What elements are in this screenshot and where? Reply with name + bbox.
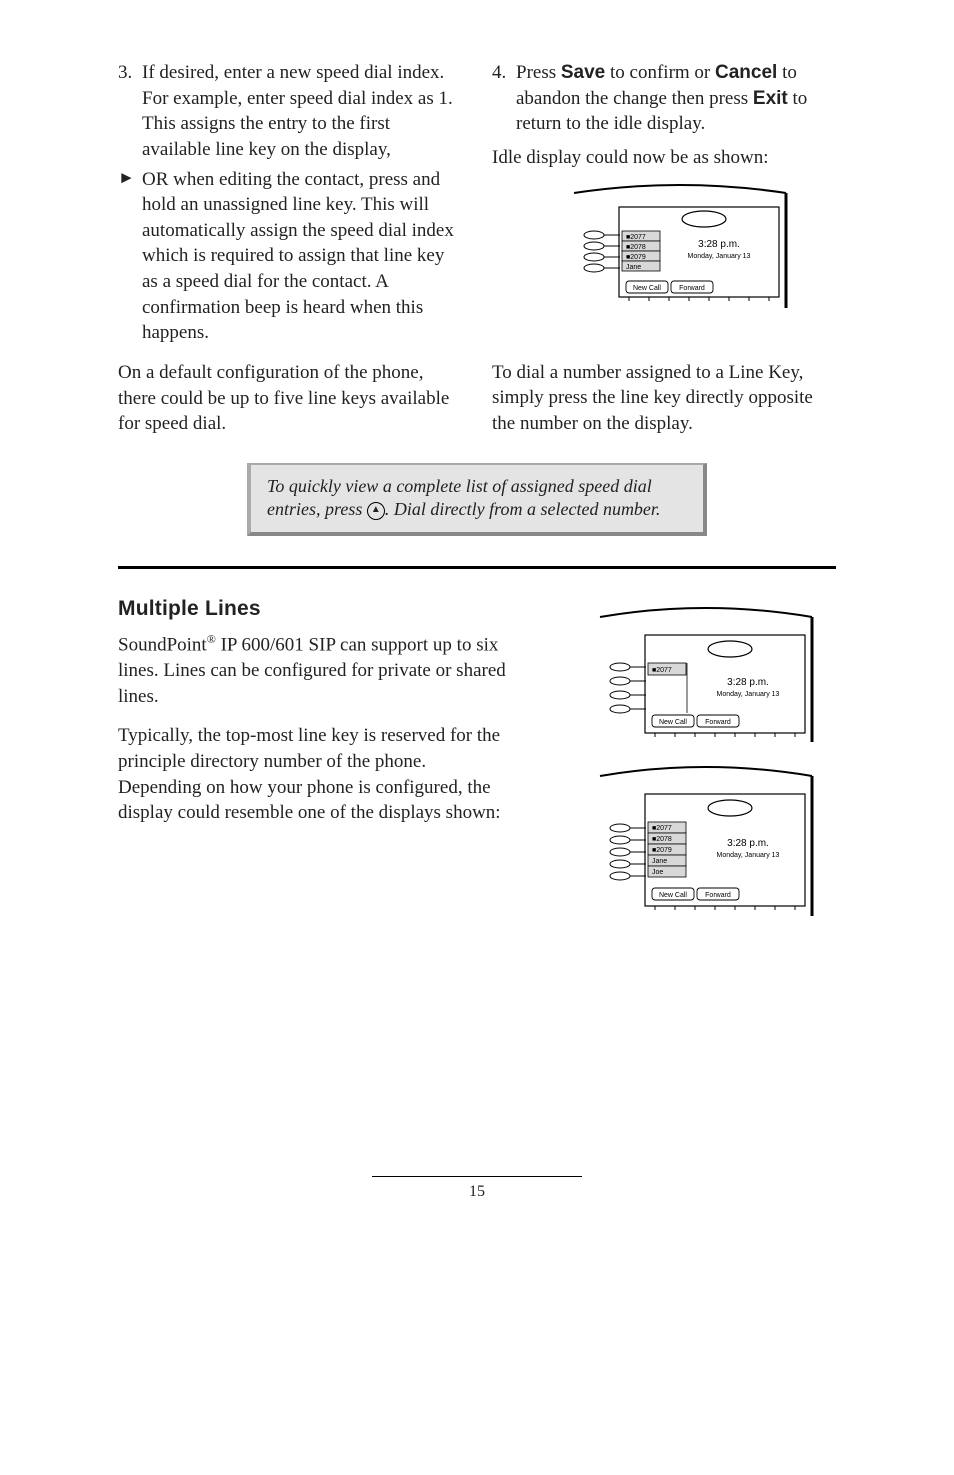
step4-pre: Press (516, 62, 561, 83)
registered-icon: ® (207, 632, 216, 646)
callout-line2-post: . Dial directly from a selected number. (385, 499, 661, 519)
exit-label: Exit (753, 88, 788, 109)
multiple-lines-p2: Typically, the top-most line key is rese… (118, 723, 514, 826)
arrow-item-text: OR when editing the contact, press and h… (142, 167, 462, 346)
softkey-forward-b: Forward (705, 719, 731, 726)
line-tag-2078: ■2078 (626, 244, 646, 251)
display-date-c: Monday, January 13 (716, 852, 779, 859)
display-time: 3:28 p.m. (698, 239, 740, 250)
softkey-forward-c: Forward (705, 892, 731, 899)
left-default-config-paragraph: On a default configuration of the phone,… (118, 360, 462, 437)
soundpoint-label: SoundPoint (118, 634, 207, 655)
line-tag-2079: ■2079 (626, 254, 646, 261)
step-4-text: Press Save to confirm or Cancel to aband… (516, 60, 836, 137)
callout-line2-pre: entries, press (267, 499, 367, 519)
softkey-newcall: New Call (633, 285, 661, 292)
display-time-c: 3:28 p.m. (727, 838, 769, 849)
line-tag-2077-c: ■2077 (652, 825, 672, 832)
up-arrow-key-icon: ▲ (367, 502, 385, 520)
step-3-text: If desired, enter a new speed dial index… (142, 60, 462, 163)
tip-callout-box: To quickly view a complete list of assig… (247, 463, 707, 536)
phone-display-illustration-1: ■2077 ■2078 ■2079 Jane 3:28 p.m. Monday,… (534, 183, 794, 318)
arrow-bullet-icon: ► (118, 167, 142, 346)
cancel-label: Cancel (715, 62, 777, 83)
line-tag-jane: Jane (626, 264, 641, 271)
display-date-b: Monday, January 13 (716, 691, 779, 698)
line-tag-joe-c: Joe (652, 869, 663, 876)
list-number-4: 4. (492, 60, 516, 137)
line-tag-2077: ■2077 (626, 234, 646, 241)
step4-mid1: to confirm or (605, 62, 715, 83)
softkey-newcall-b: New Call (659, 719, 687, 726)
idle-display-paragraph: Idle display could now be as shown: (492, 145, 836, 171)
dial-line-key-paragraph: To dial a number assigned to a Line Key,… (492, 360, 836, 437)
phone-display-illustration-3: ■2077 ■2078 ■2079 Jane Joe 3:28 p.m. Mon… (560, 766, 820, 926)
list-number-3: 3. (118, 60, 142, 163)
save-label: Save (561, 62, 605, 83)
page-number: 15 (469, 1183, 485, 1200)
display-time-b: 3:28 p.m. (727, 677, 769, 688)
multiple-lines-p1: SoundPoint® IP 600/601 SIP can support u… (118, 631, 514, 709)
phone-display-illustration-2: ■2077 3:28 p.m. Monday, January 13 New C… (560, 607, 820, 752)
multiple-lines-heading: Multiple Lines (118, 595, 514, 623)
line-tag-jane-c: Jane (652, 858, 667, 865)
display-date: Monday, January 13 (688, 253, 751, 260)
section-divider (118, 566, 836, 569)
softkey-forward: Forward (679, 285, 705, 292)
line-tag-2077-b: ■2077 (652, 667, 672, 674)
line-tag-2079-c: ■2079 (652, 847, 672, 854)
softkey-newcall-c: New Call (659, 892, 687, 899)
callout-line1: To quickly view a complete list of assig… (267, 476, 652, 496)
line-tag-2078-c: ■2078 (652, 836, 672, 843)
page-footer: 15 (118, 1176, 836, 1203)
